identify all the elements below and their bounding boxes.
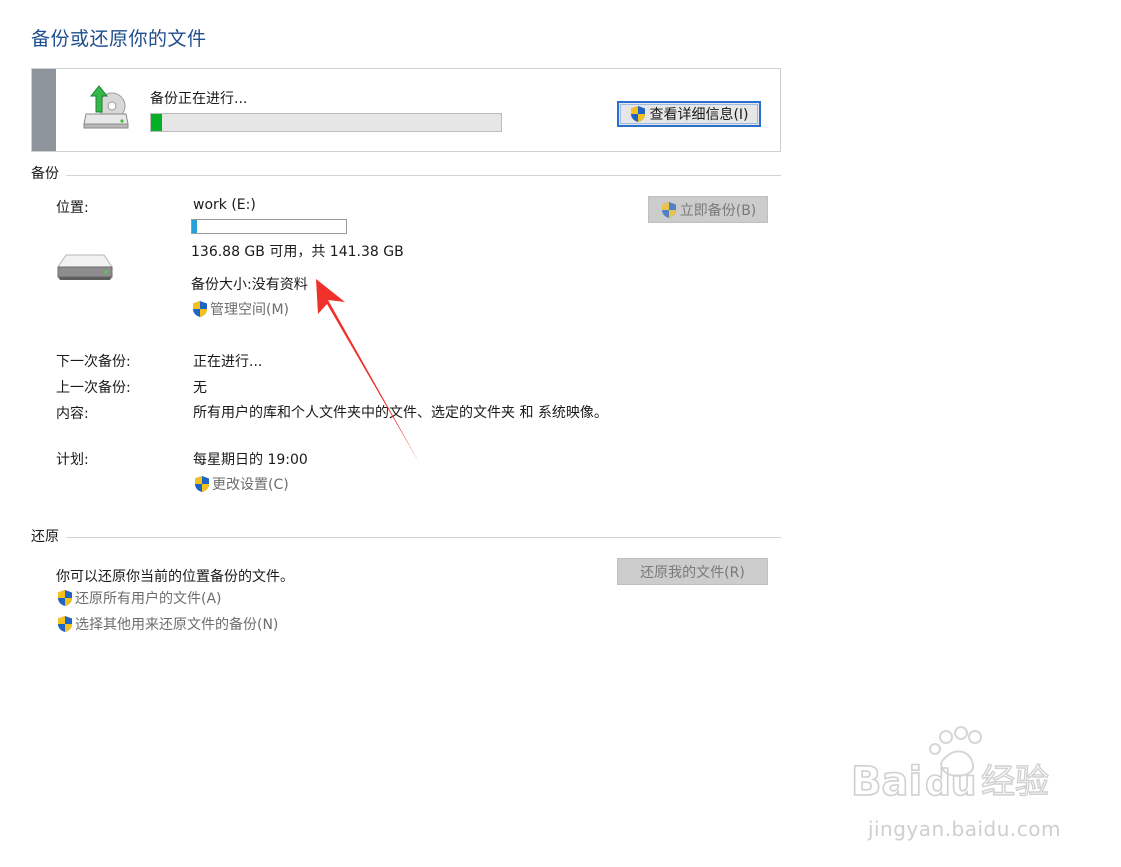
backup-drive-icon bbox=[83, 85, 129, 129]
uac-shield-icon bbox=[58, 616, 72, 632]
drive-usage-bar bbox=[191, 219, 347, 234]
schedule-label: 计划: bbox=[56, 452, 89, 468]
panel-accent-stripe bbox=[32, 69, 56, 151]
backup-now-button[interactable]: 立即备份(B) bbox=[648, 196, 768, 223]
backup-progress-bar bbox=[150, 113, 502, 132]
restore-all-users-link[interactable]: 还原所有用户的文件(A) bbox=[56, 588, 222, 608]
select-other-backup-label: 选择其他用来还原文件的备份(N) bbox=[75, 617, 279, 633]
view-details-button[interactable]: 查看详细信息(I) bbox=[617, 101, 761, 127]
drive-name: work (E:) bbox=[193, 197, 256, 213]
watermark-url: jingyan.baidu.com bbox=[867, 817, 1061, 841]
page-title: 备份或还原你的文件 bbox=[31, 28, 207, 50]
backup-progress-fill bbox=[151, 114, 162, 131]
svg-text:经验: 经验 bbox=[981, 762, 1049, 802]
backup-section-divider bbox=[66, 175, 781, 176]
restore-my-files-button[interactable]: 还原我的文件(R) bbox=[617, 558, 768, 585]
select-other-backup-link[interactable]: 选择其他用来还原文件的备份(N) bbox=[56, 614, 278, 634]
uac-shield-icon bbox=[58, 590, 72, 606]
drive-space-text: 136.88 GB 可用，共 141.38 GB bbox=[191, 244, 404, 260]
contents-label: 内容: bbox=[56, 406, 89, 422]
restore-section-divider bbox=[66, 537, 781, 538]
uac-shield-icon bbox=[193, 301, 207, 317]
next-backup-value: 正在进行... bbox=[193, 354, 263, 370]
last-backup-label: 上一次备份: bbox=[56, 380, 131, 396]
backup-progress-panel: 备份正在进行... 查看详细信息(I) bbox=[31, 68, 781, 152]
manage-space-label: 管理空间(M) bbox=[210, 302, 290, 318]
change-settings-label: 更改设置(C) bbox=[212, 477, 289, 493]
manage-space-link[interactable]: 管理空间(M) bbox=[191, 299, 289, 319]
uac-shield-icon bbox=[661, 201, 676, 218]
svg-text:Bai: Bai bbox=[851, 759, 922, 805]
restore-my-files-label: 还原我的文件(R) bbox=[640, 564, 745, 581]
restore-description: 你可以还原你当前的位置备份的文件。 bbox=[56, 569, 294, 585]
schedule-value: 每星期日的 19:00 bbox=[193, 452, 308, 468]
restore-section-label: 还原 bbox=[31, 529, 59, 545]
next-backup-label: 下一次备份: bbox=[56, 354, 131, 370]
hard-drive-icon bbox=[57, 254, 113, 280]
last-backup-value: 无 bbox=[193, 380, 207, 396]
uac-shield-icon bbox=[631, 106, 646, 122]
backup-now-label: 立即备份(B) bbox=[679, 202, 757, 219]
drive-usage-fill bbox=[192, 220, 197, 233]
backup-size-text: 备份大小:没有资料 bbox=[191, 277, 308, 293]
change-settings-link[interactable]: 更改设置(C) bbox=[193, 474, 289, 494]
uac-shield-icon bbox=[195, 476, 209, 492]
view-details-label: 查看详细信息(I) bbox=[649, 107, 749, 123]
backup-section-label: 备份 bbox=[31, 166, 59, 182]
location-label: 位置: bbox=[56, 200, 89, 216]
restore-all-users-label: 还原所有用户的文件(A) bbox=[75, 591, 222, 607]
svg-text:du: du bbox=[925, 763, 976, 804]
contents-value: 所有用户的库和个人文件夹中的文件、选定的文件夹 和 系统映像。 bbox=[193, 405, 608, 421]
progress-label: 备份正在进行... bbox=[150, 91, 248, 107]
